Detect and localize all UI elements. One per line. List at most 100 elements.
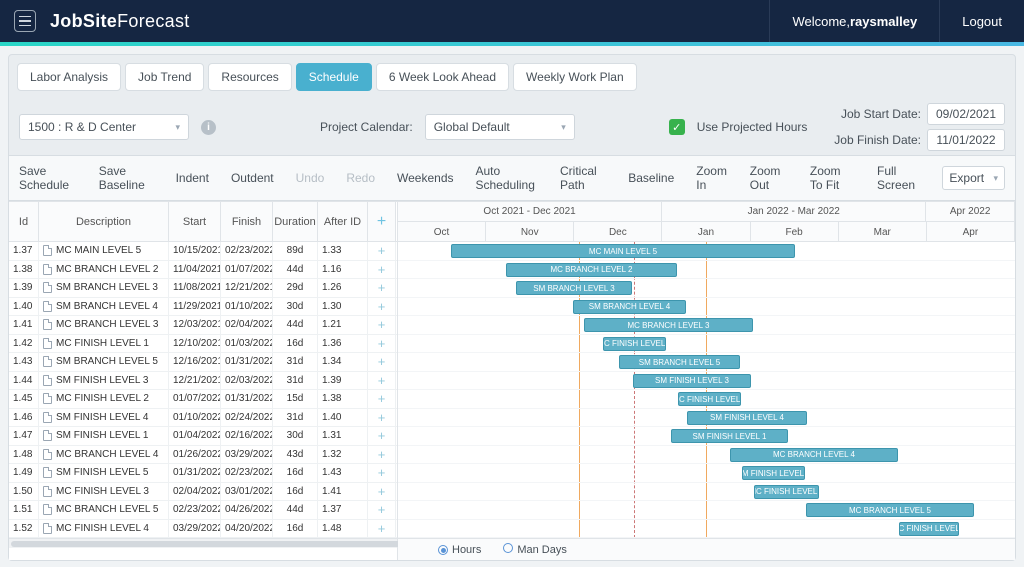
- gantt-row: SM FINISH LEVEL 3: [398, 372, 1015, 391]
- gantt-bar[interactable]: SM BRANCH LEVEL 5: [619, 355, 740, 369]
- table-row[interactable]: 1.49SM FINISH LEVEL 501/31/202202/23/202…: [9, 464, 397, 483]
- add-row-icon[interactable]: +: [368, 501, 396, 519]
- col-after[interactable]: After ID: [318, 202, 368, 241]
- gantt-bar[interactable]: SM BRANCH LEVEL 3: [516, 281, 632, 295]
- gantt-row: SM FINISH LEVEL 1: [398, 427, 1015, 446]
- table-row[interactable]: 1.40SM BRANCH LEVEL 411/29/202101/10/202…: [9, 298, 397, 317]
- cell-id: 1.49: [9, 464, 39, 482]
- tab-labor-analysis[interactable]: Labor Analysis: [17, 63, 121, 91]
- table-row[interactable]: 1.44SM FINISH LEVEL 312/21/202102/03/202…: [9, 372, 397, 391]
- top-nav: JobSiteForecast Welcome, raysmalley Logo…: [0, 0, 1024, 42]
- cell-description: SM FINISH LEVEL 3: [39, 372, 169, 390]
- add-row-icon[interactable]: +: [368, 409, 396, 427]
- add-row-icon[interactable]: +: [368, 298, 396, 316]
- table-row[interactable]: 1.46SM FINISH LEVEL 401/10/202202/24/202…: [9, 409, 397, 428]
- zoom-fit-button[interactable]: Zoom To Fit: [810, 164, 855, 192]
- critical-path-button[interactable]: Critical Path: [560, 164, 606, 192]
- export-select[interactable]: Export ▾: [942, 166, 1005, 190]
- start-date-value[interactable]: 09/02/2021: [927, 103, 1005, 125]
- hours-radio[interactable]: Hours: [438, 544, 481, 556]
- tab-schedule[interactable]: Schedule: [296, 63, 372, 91]
- gantt-row: MC MAIN LEVEL 5: [398, 242, 1015, 261]
- cell-description: MC FINISH LEVEL 4: [39, 520, 169, 538]
- gantt-bar[interactable]: MC FINISH LEVEL 2: [678, 392, 741, 406]
- gantt-bar[interactable]: SM FINISH LEVEL 5: [742, 466, 805, 480]
- indent-button[interactable]: Indent: [176, 171, 209, 185]
- zoom-in-button[interactable]: Zoom In: [696, 164, 727, 192]
- table-row[interactable]: 1.41MC BRANCH LEVEL 312/03/202102/04/202…: [9, 316, 397, 335]
- outdent-button[interactable]: Outdent: [231, 171, 274, 185]
- table-row[interactable]: 1.43SM BRANCH LEVEL 512/16/202101/31/202…: [9, 353, 397, 372]
- finish-date-value[interactable]: 11/01/2022: [927, 129, 1005, 151]
- col-finish[interactable]: Finish: [221, 202, 273, 241]
- cell-finish: 03/29/2022: [221, 446, 273, 464]
- gantt-bar[interactable]: SM FINISH LEVEL 4: [687, 411, 807, 425]
- gantt-bar[interactable]: SM BRANCH LEVEL 4: [573, 300, 686, 314]
- cell-after: 1.33: [318, 242, 368, 260]
- col-id[interactable]: Id: [9, 202, 39, 241]
- gantt-bar[interactable]: MC BRANCH LEVEL 5: [806, 503, 974, 517]
- gantt-bar[interactable]: SM FINISH LEVEL 1: [671, 429, 788, 443]
- table-row[interactable]: 1.50MC FINISH LEVEL 302/04/202203/01/202…: [9, 483, 397, 502]
- logout-link[interactable]: Logout: [940, 14, 1010, 29]
- add-row-icon[interactable]: +: [368, 520, 396, 538]
- add-row-icon[interactable]: +: [368, 279, 396, 297]
- job-select[interactable]: 1500 : R & D Center ▾: [19, 114, 189, 140]
- table-row[interactable]: 1.38MC BRANCH LEVEL 211/04/202101/07/202…: [9, 261, 397, 280]
- job-select-value: 1500 : R & D Center: [28, 120, 136, 134]
- undo-button[interactable]: Undo: [296, 171, 325, 185]
- table-row[interactable]: 1.52MC FINISH LEVEL 403/29/202204/20/202…: [9, 520, 397, 539]
- gantt-bar[interactable]: MC BRANCH LEVEL 4: [730, 448, 898, 462]
- add-row-icon[interactable]: +: [368, 316, 396, 334]
- tab-resources[interactable]: Resources: [208, 63, 291, 91]
- col-description[interactable]: Description: [39, 202, 169, 241]
- table-row[interactable]: 1.51MC BRANCH LEVEL 502/23/202204/26/202…: [9, 501, 397, 520]
- horizontal-scrollbar[interactable]: [9, 538, 397, 548]
- table-row[interactable]: 1.39SM BRANCH LEVEL 311/08/202112/21/202…: [9, 279, 397, 298]
- table-row[interactable]: 1.48MC BRANCH LEVEL 401/26/202203/29/202…: [9, 446, 397, 465]
- add-row-icon[interactable]: +: [368, 353, 396, 371]
- table-row[interactable]: 1.45MC FINISH LEVEL 201/07/202201/31/202…: [9, 390, 397, 409]
- gantt-bar[interactable]: SM FINISH LEVEL 3: [633, 374, 751, 388]
- gantt-bar[interactable]: MC MAIN LEVEL 5: [451, 244, 795, 258]
- tab-6-week-look-ahead[interactable]: 6 Week Look Ahead: [376, 63, 509, 91]
- info-icon[interactable]: i: [201, 120, 216, 135]
- full-screen-button[interactable]: Full Screen: [877, 164, 920, 192]
- add-row-icon[interactable]: +: [368, 242, 396, 260]
- add-row-icon[interactable]: +: [368, 446, 396, 464]
- add-row-icon[interactable]: +: [368, 335, 396, 353]
- tab-weekly-work-plan[interactable]: Weekly Work Plan: [513, 63, 637, 91]
- zoom-out-button[interactable]: Zoom Out: [750, 164, 788, 192]
- col-duration[interactable]: Duration: [273, 202, 318, 241]
- menu-icon[interactable]: [14, 10, 36, 32]
- col-start[interactable]: Start: [169, 202, 221, 241]
- baseline-button[interactable]: Baseline: [628, 171, 674, 185]
- add-row-icon[interactable]: +: [368, 372, 396, 390]
- save-schedule-button[interactable]: Save Schedule: [19, 164, 77, 192]
- add-column-icon[interactable]: +: [368, 202, 396, 241]
- add-row-icon[interactable]: +: [368, 261, 396, 279]
- gantt-bar[interactable]: MC FINISH LEVEL 3: [754, 485, 819, 499]
- cell-after: 1.26: [318, 279, 368, 297]
- add-row-icon[interactable]: +: [368, 427, 396, 445]
- mandays-radio[interactable]: Man Days: [503, 543, 567, 556]
- gantt-bar[interactable]: MC FINISH LEVEL 4: [899, 522, 959, 536]
- table-row[interactable]: 1.37MC MAIN LEVEL 510/15/202102/23/20228…: [9, 242, 397, 261]
- gantt-bar[interactable]: MC FINISH LEVEL 1: [603, 337, 666, 351]
- add-row-icon[interactable]: +: [368, 483, 396, 501]
- add-row-icon[interactable]: +: [368, 390, 396, 408]
- projected-checkbox[interactable]: ✓: [669, 119, 685, 135]
- calendar-select[interactable]: Global Default ▾: [425, 114, 575, 140]
- save-baseline-button[interactable]: Save Baseline: [99, 164, 154, 192]
- tab-job-trend[interactable]: Job Trend: [125, 63, 204, 91]
- gantt-bar[interactable]: MC BRANCH LEVEL 2: [506, 263, 677, 277]
- auto-scheduling-button[interactable]: Auto Scheduling: [476, 164, 538, 192]
- task-table: Id Description Start Finish Duration Aft…: [9, 202, 398, 560]
- table-row[interactable]: 1.47SM FINISH LEVEL 101/04/202202/16/202…: [9, 427, 397, 446]
- cell-id: 1.52: [9, 520, 39, 538]
- table-row[interactable]: 1.42MC FINISH LEVEL 112/10/202101/03/202…: [9, 335, 397, 354]
- weekends-button[interactable]: Weekends: [397, 171, 453, 185]
- redo-button[interactable]: Redo: [346, 171, 375, 185]
- add-row-icon[interactable]: +: [368, 464, 396, 482]
- gantt-bar[interactable]: MC BRANCH LEVEL 3: [584, 318, 753, 332]
